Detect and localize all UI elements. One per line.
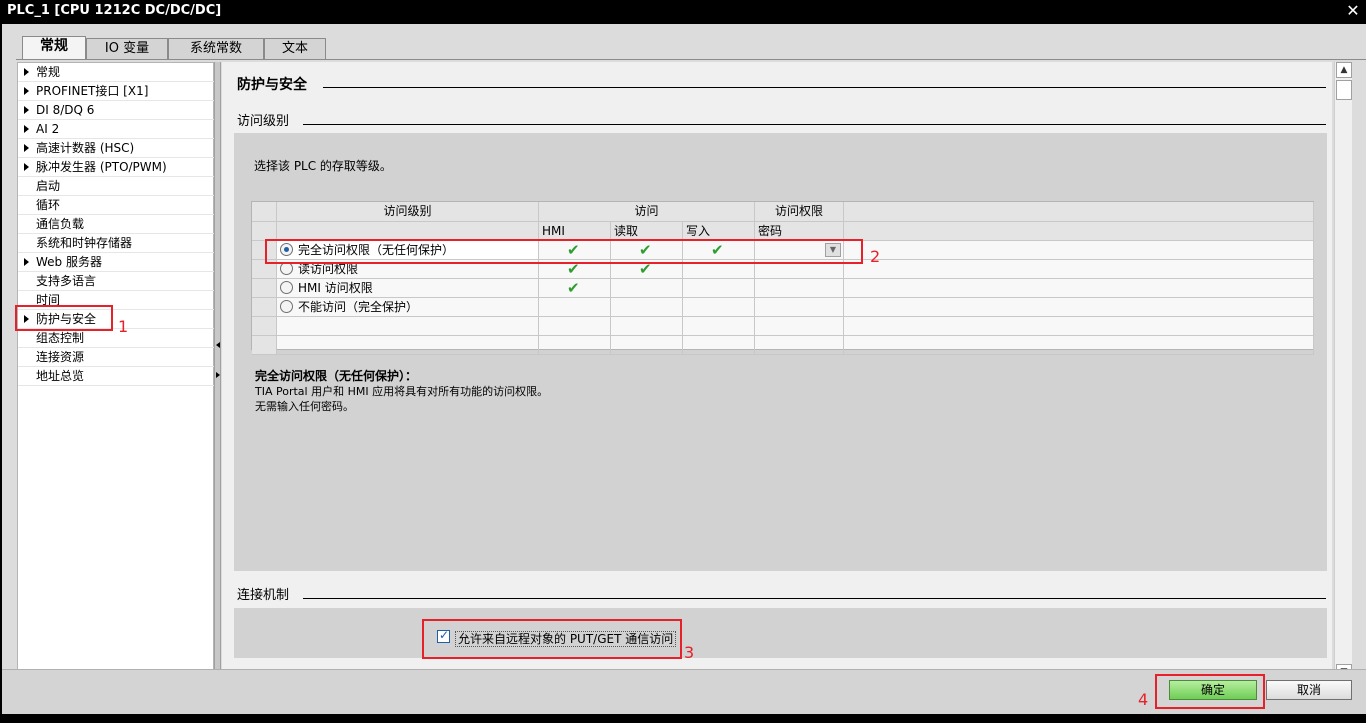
sidebar-item-label: 启动: [36, 179, 61, 193]
sidebar-item[interactable]: 支持多语言: [18, 272, 214, 291]
sidebar-item-label: AI 2: [36, 122, 60, 136]
tab-divider: [16, 59, 1366, 60]
expand-arrow-icon[interactable]: [24, 258, 29, 266]
cancel-button[interactable]: 取消: [1266, 680, 1352, 700]
sidebar-item[interactable]: 脉冲发生器 (PTO/PWM): [18, 158, 214, 177]
nav-tree: 常规 PROFINET接口 [X1] DI 8/DQ 6 AI 2 高速计数器 (HSC…: [17, 62, 214, 682]
dialog-footer: 确定 取消: [2, 669, 1366, 714]
vertical-scrollbar[interactable]: ▲ ▼: [1334, 62, 1352, 682]
expand-arrow-icon[interactable]: [24, 125, 29, 133]
sidebar-item-label: 连接资源: [36, 350, 85, 364]
sidebar-item-label: PROFINET接口 [X1]: [36, 84, 149, 98]
sidebar-item-label: 支持多语言: [36, 274, 97, 288]
content-pane: [222, 62, 1332, 682]
sidebar-item[interactable]: AI 2: [18, 120, 214, 139]
expand-right-icon[interactable]: [216, 372, 220, 378]
tab-texts[interactable]: 文本: [264, 38, 326, 59]
sidebar-item-label: 高速计数器 (HSC): [36, 141, 135, 155]
sidebar-item-label: 组态控制: [36, 331, 85, 345]
sidebar-item-label: 地址总览: [36, 369, 85, 383]
sidebar-item[interactable]: 防护与安全: [18, 310, 214, 329]
expand-arrow-icon[interactable]: [24, 144, 29, 152]
sidebar-item[interactable]: 高速计数器 (HSC): [18, 139, 214, 158]
title-bar: PLC_1 [CPU 1212C DC/DC/DC] ✕: [0, 0, 1366, 24]
sidebar-item-label: 通信负载: [36, 217, 85, 231]
expand-arrow-icon[interactable]: [24, 315, 29, 323]
sidebar-item[interactable]: 组态控制: [18, 329, 214, 348]
sidebar-item-label: Web 服务器: [36, 255, 102, 269]
putget-checkbox[interactable]: ✓: [437, 628, 450, 643]
expand-arrow-icon[interactable]: [24, 106, 29, 114]
sidebar-item[interactable]: 系统和时钟存储器: [18, 234, 214, 253]
scroll-up-icon[interactable]: ▲: [1336, 62, 1352, 78]
properties-window: PLC_1 [CPU 1212C DC/DC/DC] ✕ 常规 IO 变量 系统…: [0, 0, 1366, 723]
sidebar-item[interactable]: 循环: [18, 196, 214, 215]
expand-arrow-icon[interactable]: [24, 68, 29, 76]
sidebar-item[interactable]: DI 8/DQ 6: [18, 101, 214, 120]
close-icon[interactable]: ✕: [1344, 2, 1362, 20]
collapse-left-icon[interactable]: [216, 342, 220, 348]
expand-arrow-icon[interactable]: [24, 87, 29, 95]
sidebar-item-label: 脉冲发生器 (PTO/PWM): [36, 160, 167, 174]
scroll-thumb[interactable]: [1336, 80, 1352, 100]
sidebar-item[interactable]: 启动: [18, 177, 214, 196]
expand-arrow-icon[interactable]: [24, 163, 29, 171]
sidebar-item[interactable]: 地址总览: [18, 367, 214, 386]
sidebar-item-label: 系统和时钟存储器: [36, 236, 133, 250]
tab-io-tags[interactable]: IO 变量: [86, 38, 168, 59]
sidebar-item[interactable]: 常规: [18, 63, 214, 82]
dialog-body: 常规 IO 变量 系统常数 文本 常规 PROFINET接口 [X1] DI 8/D…: [2, 24, 1366, 714]
splitter[interactable]: [214, 62, 221, 682]
sidebar-item-label: DI 8/DQ 6: [36, 103, 95, 117]
sidebar-item[interactable]: PROFINET接口 [X1]: [18, 82, 214, 101]
window-title: PLC_1 [CPU 1212C DC/DC/DC]: [7, 3, 222, 18]
sidebar-item-label: 循环: [36, 198, 61, 212]
ok-button[interactable]: 确定: [1169, 680, 1257, 700]
tab-general[interactable]: 常规: [22, 36, 86, 60]
sidebar-item[interactable]: 通信负载: [18, 215, 214, 234]
sidebar-item[interactable]: Web 服务器: [18, 253, 214, 272]
sidebar-item-label: 常规: [36, 65, 61, 79]
tab-system-constants[interactable]: 系统常数: [168, 38, 264, 59]
check-icon: ✓: [439, 628, 450, 642]
sidebar-item[interactable]: 时间: [18, 291, 214, 310]
sidebar-item-label: 时间: [36, 293, 61, 307]
sidebar-item-label: 防护与安全: [36, 312, 97, 326]
sidebar-item[interactable]: 连接资源: [18, 348, 214, 367]
